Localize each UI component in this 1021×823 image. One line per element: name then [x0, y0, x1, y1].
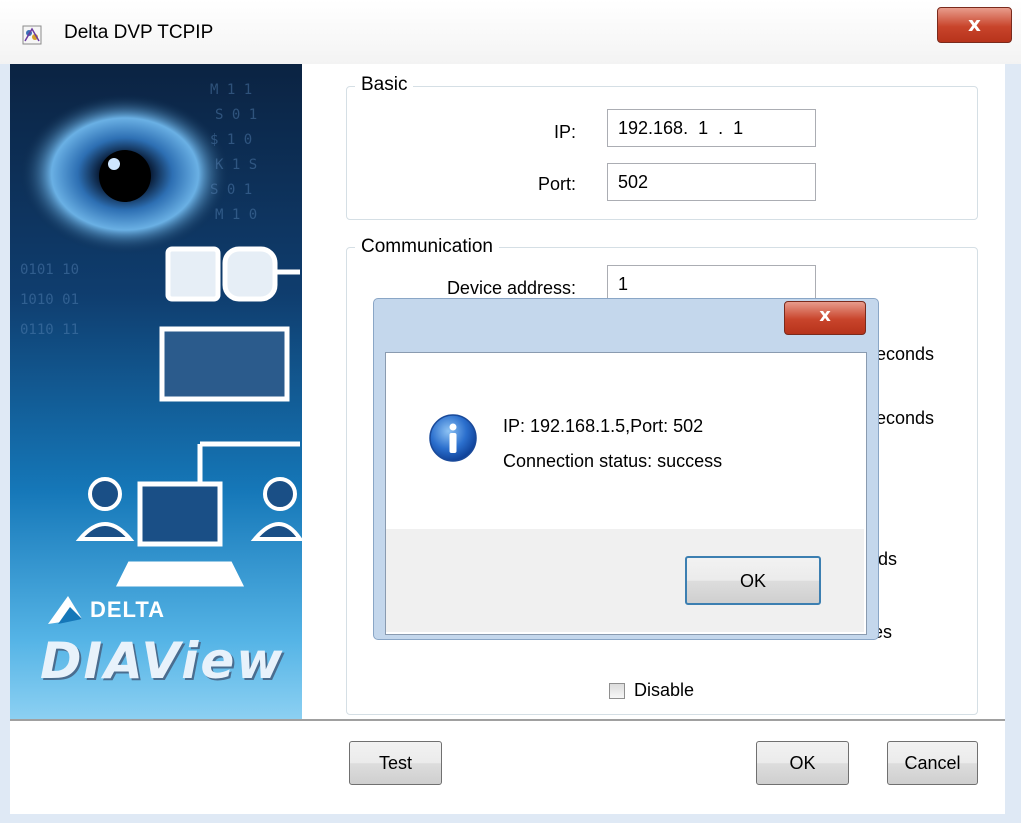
svg-text:S 0 1: S 0 1 — [215, 107, 257, 123]
ok-button[interactable]: OK — [756, 741, 849, 785]
timeout-unit-label: econds — [876, 344, 935, 364]
brand-logo-text: DELTA — [90, 597, 166, 622]
app-icon — [22, 25, 42, 45]
footer-divider — [10, 719, 1005, 721]
svg-text:S 0 1: S 0 1 — [210, 182, 252, 198]
test-button[interactable]: Test — [349, 741, 442, 785]
svg-text:M 1 0: M 1 0 — [215, 207, 257, 223]
product-logo-text: DIAView — [40, 632, 285, 690]
port-field[interactable]: 502 — [607, 163, 816, 201]
cancel-button[interactable]: Cancel — [887, 741, 978, 785]
disable-label: Disable — [634, 680, 695, 700]
port-label: Port: — [537, 174, 576, 194]
interval-unit-label: econds — [876, 408, 935, 428]
message-close-button[interactable]: x — [784, 301, 866, 335]
ip-address-field[interactable]: 192.168. 1 . 1 — [607, 109, 816, 147]
communication-legend: Communication — [355, 236, 499, 258]
svg-text:K 1 S: K 1 S — [215, 157, 257, 173]
window-frame-bottom — [0, 814, 1021, 823]
message-ok-button[interactable]: OK — [685, 556, 821, 605]
svg-text:0101 10: 0101 10 — [20, 262, 79, 278]
banner-image: M 1 1 S 0 1 $ 1 0 K 1 S S 0 1 M 1 0 0101 10 1… — [10, 64, 302, 719]
svg-text:0110 11: 0110 11 — [20, 322, 79, 338]
close-button[interactable]: x — [937, 7, 1012, 43]
title-bar[interactable]: Delta DVP TCPIP — [0, 0, 1021, 64]
info-icon — [429, 414, 477, 462]
window-title: Delta DVP TCPIP — [64, 22, 214, 43]
message-line-1: IP: 192.168.1.5,Port: 502 — [503, 416, 704, 436]
svg-text:M 1 1: M 1 1 — [210, 82, 252, 98]
device-address-label: Device address: — [446, 278, 576, 298]
window-frame-right — [1005, 64, 1021, 823]
ip-label: IP: — [553, 122, 576, 142]
message-line-2: Connection status: success — [503, 451, 723, 471]
svg-text:1010 01: 1010 01 — [20, 292, 79, 308]
disable-checkbox[interactable] — [609, 683, 625, 699]
svg-text:$ 1 0: $ 1 0 — [210, 132, 252, 148]
basic-legend: Basic — [355, 74, 414, 96]
window-frame-left — [0, 64, 10, 823]
